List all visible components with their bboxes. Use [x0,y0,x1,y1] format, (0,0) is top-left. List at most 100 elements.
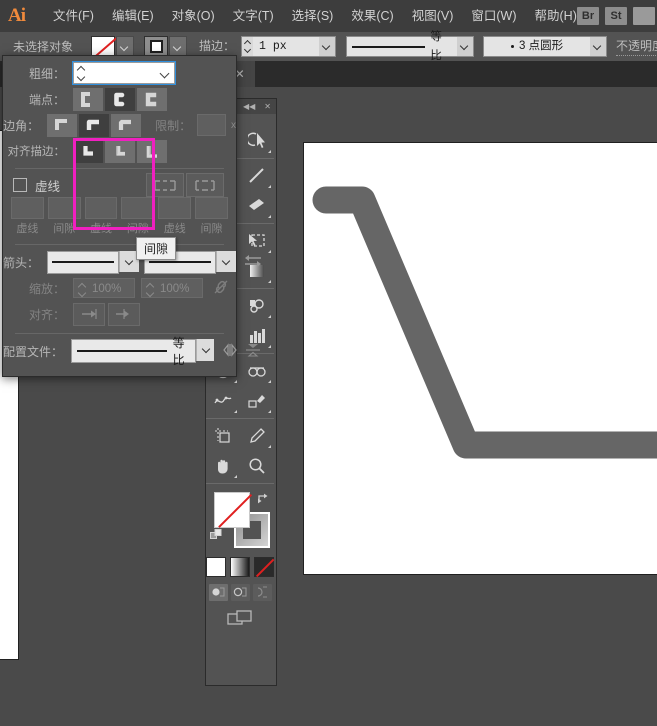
arrow-scale-start-input[interactable]: 100% [73,278,135,298]
width-profile-dropdown-icon[interactable] [195,339,215,361]
mesh-tool[interactable] [206,386,240,416]
flip-across-icon[interactable] [222,342,238,360]
menu-effect[interactable]: 效果(C) [342,0,402,32]
width-profile-dropdown-icon[interactable] [457,36,475,57]
gap-field-3[interactable] [195,197,228,219]
stroke-weight-label[interactable]: 描边： [199,37,236,56]
stroke-panel: 粗细： 端点： 边角： 限制： x 对齐描边： 虚线 虚线 间隙 虚线 间隙 虚… [2,55,262,377]
align-center-button[interactable] [73,139,103,163]
menu-type[interactable]: 文字(T) [224,0,283,32]
stroke-weight-input[interactable]: 1 px [253,36,320,57]
cap-butt-button[interactable] [73,87,103,111]
stroke-weight-dropdown-icon[interactable] [319,36,337,57]
fill-dropdown-icon[interactable] [116,36,135,57]
cap-projecting-button[interactable] [137,87,167,111]
draw-mode-row [206,580,274,604]
arrow-place-at-end-button[interactable] [108,302,140,326]
arrow-scale-end-input[interactable]: 100% [141,278,203,298]
workspace-switcher-button[interactable] [633,7,655,25]
align-inside-button[interactable] [105,139,135,163]
brush-definition-select[interactable]: 3 点圆形 [483,36,591,57]
selection-status: 未选择对象 [13,40,74,54]
arrow-scale-row: 缩放： 100% 100% [3,275,236,301]
menu-object[interactable]: 对象(O) [163,0,224,32]
illustrator-window: Ai 文件(F) 编辑(E) 对象(O) 文字(T) 选择(S) 效果(C) 视… [0,0,657,726]
color-mode-none[interactable] [254,557,274,577]
dash-field-3[interactable] [158,197,192,219]
tooltip: 间隙 [136,237,177,260]
zoom-tool[interactable] [240,451,274,481]
close-panel-icon[interactable]: ✕ [264,99,271,114]
stroke-weight-input[interactable] [88,62,156,84]
color-mode-gradient[interactable] [230,557,250,577]
direct-selection-tool[interactable] [240,126,274,156]
menu-window[interactable]: 窗口(W) [462,0,525,32]
color-mode-white[interactable] [206,557,226,577]
swap-arrowheads-icon[interactable] [244,254,262,271]
corner-round-button[interactable] [79,113,110,137]
dashed-line-checkbox[interactable] [13,178,27,192]
opacity-label[interactable]: 不透明度： [616,37,657,56]
miter-limit-unit: x [231,119,236,131]
arrowheads-row: 箭头： [3,249,262,275]
width-profile-select[interactable]: 等比 [346,31,458,62]
zigzag-path[interactable] [304,143,657,574]
dash-preserve-exact-button[interactable] [146,173,184,197]
arrowhead-start-select[interactable] [47,250,120,274]
divider [15,244,224,245]
stroke-weight-stepper[interactable] [73,62,88,84]
default-fill-stroke-icon[interactable] [210,529,223,542]
stroke-weight-dropdown-icon[interactable] [156,62,175,84]
draw-behind-icon[interactable] [230,583,250,601]
cap-label: 端点： [28,92,65,107]
divider [15,168,224,169]
draw-inside-icon[interactable] [252,583,272,601]
fill-color-swatch[interactable] [214,492,250,528]
live-paint-bucket-tool[interactable] [240,356,274,386]
collapse-icon[interactable]: ◀◀ [243,99,255,114]
stroke-dropdown-icon[interactable] [169,36,188,57]
pencil-tool[interactable] [240,421,274,451]
gap-field-2[interactable] [121,197,155,219]
gap-field-1[interactable] [47,197,81,219]
menu-edit[interactable]: 编辑(E) [103,0,163,32]
menu-file[interactable]: 文件(F) [44,0,103,32]
arrow-extend-beyond-button[interactable] [73,302,105,326]
menu-items: 文件(F) 编辑(E) 对象(O) 文字(T) 选择(S) 效果(C) 视图(V… [44,0,586,32]
swap-fill-stroke-icon[interactable] [257,492,270,505]
stroke-swatch[interactable] [144,36,169,57]
stock-button[interactable]: St [605,7,627,25]
miter-limit-input[interactable] [197,114,226,136]
stroke-weight-field[interactable] [72,61,176,85]
align-outside-button[interactable] [137,139,167,163]
dashed-line-label: 虚线 [35,179,61,194]
dash-field-2[interactable] [84,197,118,219]
draw-normal-icon[interactable] [208,583,228,601]
cap-round-button[interactable] [105,87,135,111]
arrowhead-end-preview-icon [149,261,212,263]
stroke-weight-label: 粗细： [28,66,65,81]
change-screen-mode-icon[interactable] [206,604,274,632]
bridge-button[interactable]: Br [577,7,599,25]
flip-along-icon[interactable] [245,343,261,360]
corner-bevel-button[interactable] [111,113,142,137]
brush-definition-dropdown-icon[interactable] [590,36,608,57]
blend-tool[interactable] [240,291,274,321]
slice-tool[interactable] [240,386,274,416]
stroke-weight-stepper[interactable] [241,36,254,57]
free-transform-tool[interactable] [240,226,274,256]
arrow-scale-label: 缩放： [28,281,65,296]
dash-field-1[interactable] [11,197,44,219]
brush-dot-icon [510,45,514,48]
fill-swatch[interactable] [91,36,116,57]
dash-align-corners-button[interactable] [186,173,224,197]
line-segment-tool[interactable] [240,161,274,191]
menu-select[interactable]: 选择(S) [283,0,343,32]
hand-tool[interactable] [206,451,240,481]
arrowhead-end-dropdown-icon[interactable] [216,250,237,272]
corner-miter-button[interactable] [47,113,78,137]
artboard-tool[interactable] [206,421,240,451]
eraser-tool[interactable] [240,191,274,221]
link-scales-icon[interactable] [213,279,229,298]
width-profile-select[interactable]: 等比 [71,336,196,367]
